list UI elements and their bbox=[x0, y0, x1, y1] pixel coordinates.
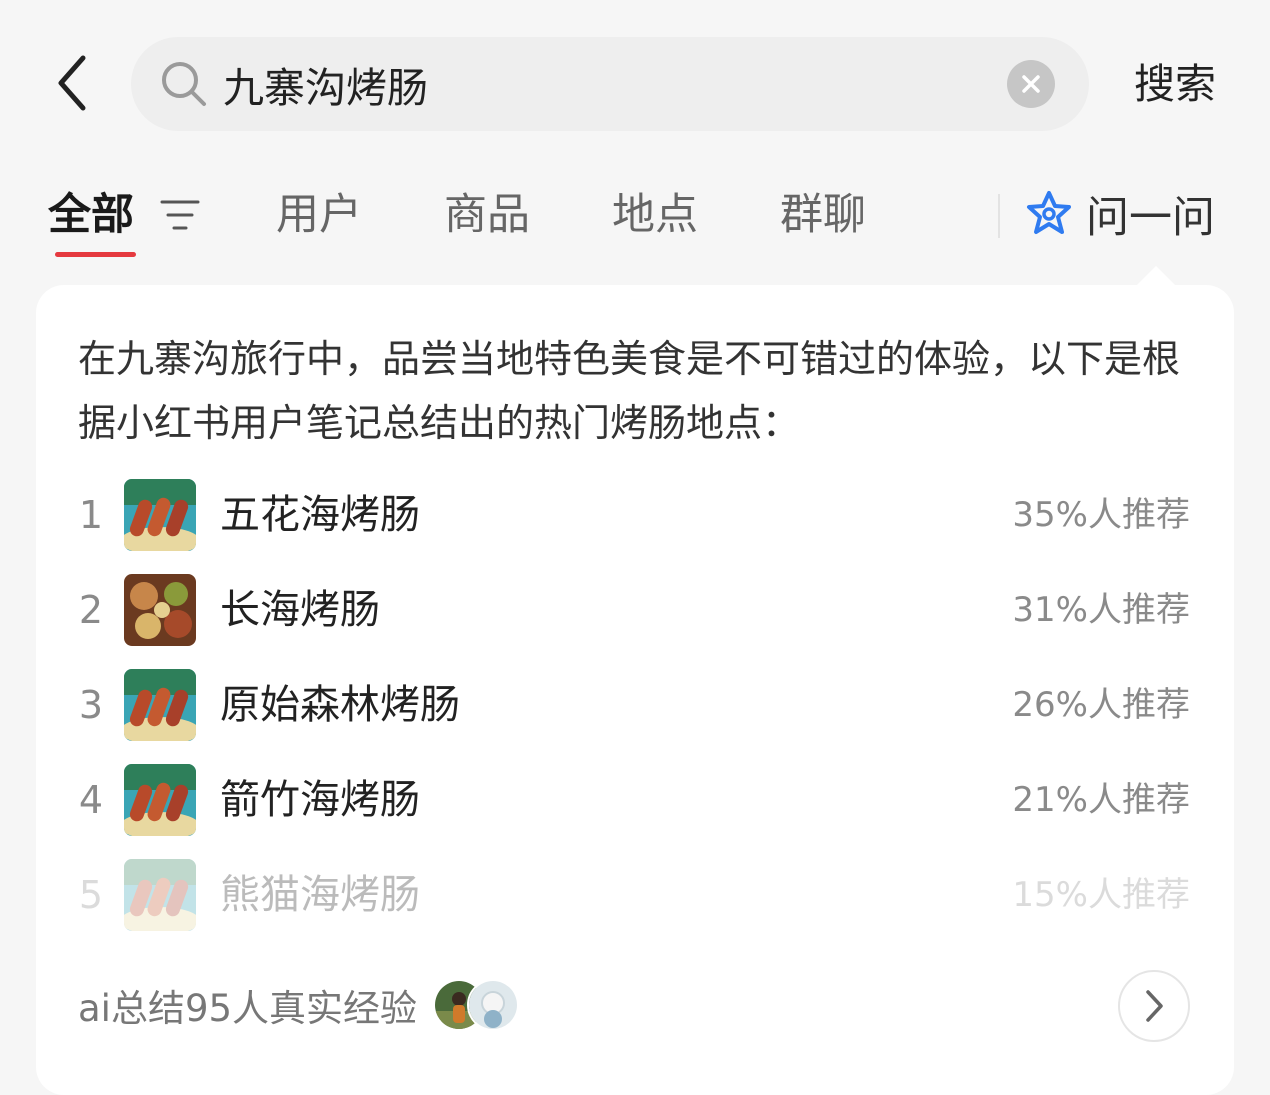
contributor-avatars bbox=[433, 979, 520, 1031]
active-tab-indicator bbox=[55, 252, 136, 257]
recommend-percent: 26%人推荐 bbox=[1012, 685, 1190, 725]
sausage-lake-thumbnail bbox=[124, 479, 196, 551]
filter-icon[interactable] bbox=[160, 198, 200, 232]
rank-number: 3 bbox=[78, 683, 104, 727]
search-submit-button[interactable]: 搜索 bbox=[1134, 56, 1216, 112]
summary-footer: ai总结95人真实经验 bbox=[78, 970, 520, 1040]
chevron-left-icon bbox=[58, 55, 86, 111]
ranking-item[interactable]: 3 原始森林烤肠 26%人推荐 bbox=[36, 665, 1234, 745]
tab-products[interactable]: 商品 bbox=[444, 186, 530, 244]
sausage-lake-thumbnail bbox=[124, 764, 196, 836]
ranking-item[interactable]: 2 长海烤肠 31%人推荐 bbox=[36, 570, 1234, 650]
rank-number: 4 bbox=[78, 778, 104, 822]
place-name: 长海烤肠 bbox=[220, 587, 380, 633]
card-pointer bbox=[1136, 266, 1176, 286]
place-name: 五花海烤肠 bbox=[220, 492, 420, 538]
avatar bbox=[467, 979, 520, 1031]
recommend-percent: 35%人推荐 bbox=[1012, 495, 1190, 535]
recommend-percent: 15%人推荐 bbox=[1012, 875, 1190, 915]
ranking-item[interactable]: 1 五花海烤肠 35%人推荐 bbox=[36, 475, 1234, 555]
place-name: 熊猫海烤肠 bbox=[220, 872, 420, 918]
ask-tab-label: 问一问 bbox=[1086, 193, 1215, 243]
sausage-lake-thumbnail bbox=[124, 859, 196, 931]
place-name: 箭竹海烤肠 bbox=[220, 777, 420, 823]
close-icon bbox=[1022, 75, 1040, 93]
tab-ask[interactable]: 问一问 bbox=[1024, 184, 1215, 244]
tab-users[interactable]: 用户 bbox=[276, 186, 362, 244]
tab-places[interactable]: 地点 bbox=[612, 186, 698, 244]
search-bar bbox=[131, 37, 1089, 131]
search-icon bbox=[162, 62, 206, 106]
rank-number: 1 bbox=[78, 493, 104, 537]
ai-summary-source: ai总结95人真实经验 bbox=[78, 987, 418, 1030]
search-input[interactable] bbox=[223, 55, 983, 113]
ai-summary-card: 在九寨沟旅行中，品尝当地特色美食是不可错过的体验，以下是根据小红书用户笔记总结出… bbox=[36, 285, 1234, 1095]
rank-number: 2 bbox=[78, 588, 104, 632]
recommend-percent: 31%人推荐 bbox=[1012, 590, 1190, 630]
search-tabs: 全部 用户 商品 地点 群聊 问一问 bbox=[0, 180, 1270, 270]
food-spread-thumbnail bbox=[124, 574, 196, 646]
place-name: 原始森林烤肠 bbox=[220, 682, 460, 728]
ai-star-icon bbox=[1027, 191, 1071, 234]
ranking-item[interactable]: 5 熊猫海烤肠 15%人推荐 bbox=[36, 855, 1234, 935]
view-more-button[interactable] bbox=[1118, 970, 1190, 1042]
tab-divider bbox=[998, 194, 1000, 238]
recommend-percent: 21%人推荐 bbox=[1012, 780, 1190, 820]
tab-all[interactable]: 全部 bbox=[48, 186, 134, 244]
back-button[interactable] bbox=[44, 50, 100, 116]
rank-number: 5 bbox=[78, 873, 104, 917]
chevron-right-icon bbox=[1146, 990, 1163, 1022]
sausage-lake-thumbnail bbox=[124, 669, 196, 741]
ranking-item[interactable]: 4 箭竹海烤肠 21%人推荐 bbox=[36, 760, 1234, 840]
tab-group-chats[interactable]: 群聊 bbox=[780, 186, 866, 244]
summary-intro: 在九寨沟旅行中，品尝当地特色美食是不可错过的体验，以下是根据小红书用户笔记总结出… bbox=[78, 337, 1181, 445]
clear-search-button[interactable] bbox=[1007, 60, 1055, 108]
